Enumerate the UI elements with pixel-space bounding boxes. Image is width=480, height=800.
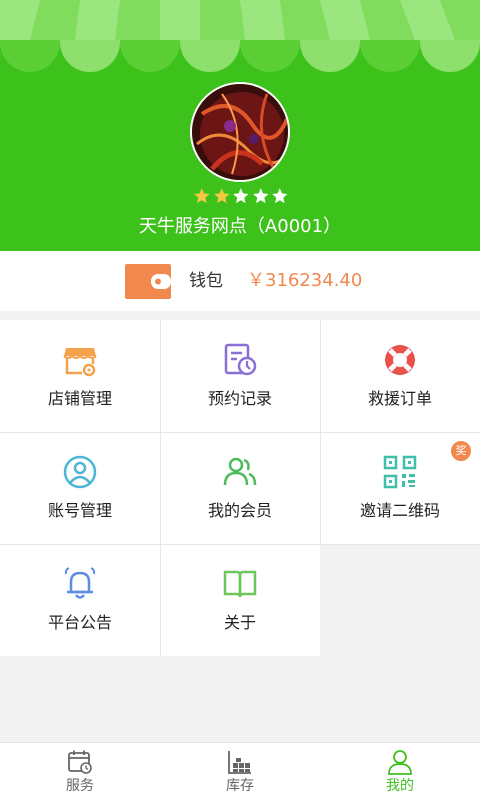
shop-name: 天牛服务网点（A0001）	[138, 216, 342, 237]
profile-icon	[388, 750, 412, 775]
account-icon	[63, 455, 97, 489]
tab-label: 库存	[226, 778, 254, 794]
tab-mine[interactable]: 我的	[320, 743, 480, 800]
lifebuoy-icon	[385, 345, 415, 375]
awning-decoration	[0, 0, 480, 72]
menu-label: 店铺管理	[47, 389, 112, 408]
wallet-icon	[125, 264, 171, 299]
menu-store-management[interactable]: 店铺管理	[0, 320, 160, 432]
wallet-row[interactable]: 钱包 ￥316234.40	[0, 251, 480, 311]
wallet-label: 钱包	[189, 271, 223, 291]
menu-label: 预约记录	[207, 389, 272, 408]
menu-label: 我的会员	[207, 501, 272, 520]
menu-grid: 店铺管理 预约记录 救援订单 账号管理 我的会员 邀请二维码 平台公告 关于	[0, 320, 480, 656]
inventory-icon	[228, 751, 251, 774]
menu-platform-announcements[interactable]: 平台公告	[0, 544, 160, 656]
menu-label: 关于	[223, 613, 256, 632]
star-filled-icon	[194, 188, 210, 204]
menu-label: 邀请二维码	[359, 501, 440, 520]
service-calendar-icon	[68, 750, 92, 774]
menu-account-management[interactable]: 账号管理	[0, 432, 160, 544]
tab-inventory[interactable]: 库存	[160, 743, 320, 800]
tab-service[interactable]: 服务	[0, 743, 160, 800]
menu-rescue-orders[interactable]: 救援订单	[320, 320, 480, 432]
appointment-record-icon	[224, 343, 257, 376]
rating-stars	[193, 187, 289, 207]
star-empty-icon	[252, 188, 269, 204]
book-icon	[223, 570, 257, 598]
qrcode-icon	[383, 455, 417, 489]
reward-badge: 奖	[449, 439, 473, 463]
profile-header: 天牛服务网点（A0001）	[0, 0, 480, 251]
menu-label: 平台公告	[47, 613, 112, 632]
bottom-tab-bar: 服务 库存 我的	[0, 742, 480, 800]
wallet-balance: ￥316234.40	[247, 270, 363, 291]
tab-label: 服务	[66, 778, 94, 794]
star-empty-icon	[233, 188, 249, 204]
star-filled-icon	[213, 188, 230, 204]
bell-icon	[64, 567, 96, 599]
avatar[interactable]	[190, 82, 290, 182]
members-icon	[223, 457, 257, 486]
grid-divider	[0, 544, 480, 545]
menu-appointment-records[interactable]: 预约记录	[160, 320, 320, 432]
star-empty-icon	[272, 188, 288, 204]
menu-my-members[interactable]: 我的会员	[160, 432, 320, 544]
menu-about[interactable]: 关于	[160, 544, 320, 656]
menu-label: 账号管理	[47, 501, 112, 520]
tab-label: 我的	[386, 778, 414, 794]
menu-label: 救援订单	[367, 389, 432, 408]
grid-divider	[0, 432, 480, 433]
store-icon	[63, 348, 97, 377]
grid-divider	[160, 320, 161, 656]
